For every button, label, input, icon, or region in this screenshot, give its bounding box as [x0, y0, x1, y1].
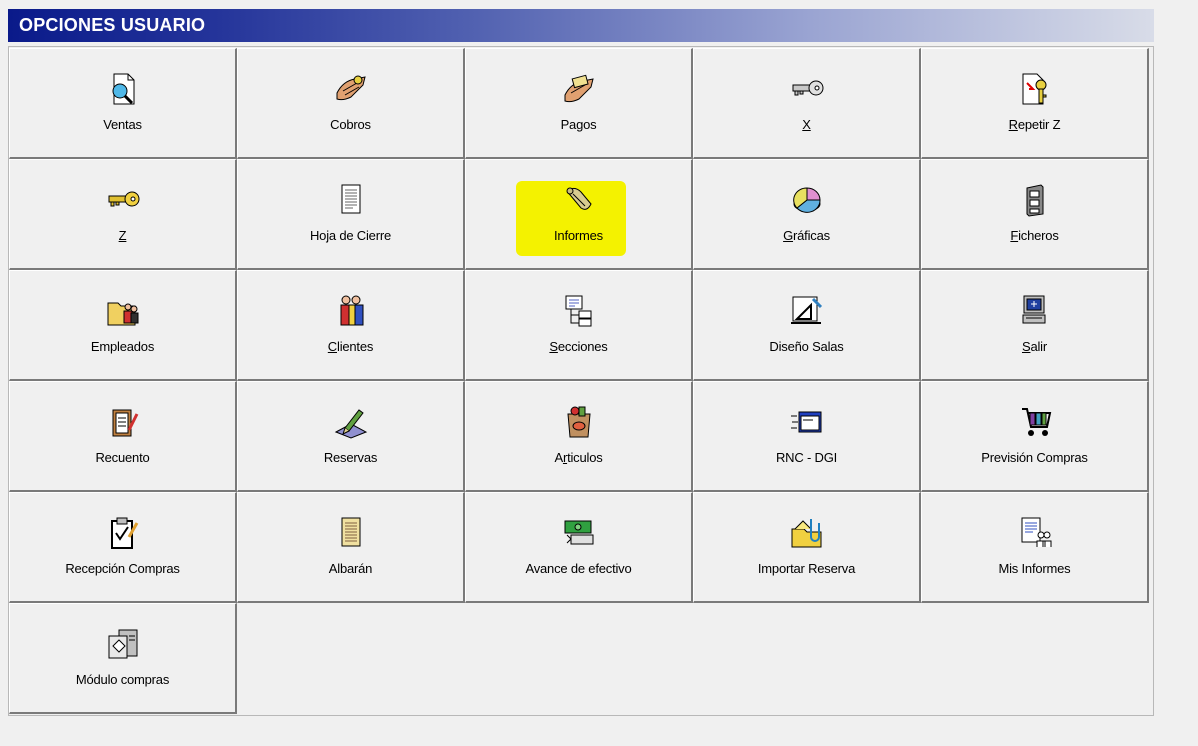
x-button[interactable]: X	[693, 48, 921, 159]
informes-label: Informes	[554, 228, 603, 243]
diseno-salas-button[interactable]: Diseño Salas	[693, 270, 921, 381]
modulo-compras-button[interactable]: Módulo compras	[9, 603, 237, 714]
recuento-label: Recuento	[95, 450, 150, 465]
importar-reserva-button[interactable]: Importar Reserva	[693, 492, 921, 603]
salir-label: Salir	[1021, 339, 1048, 354]
pen-tool-icon	[334, 409, 367, 439]
prevision-compras-button[interactable]: Previsión Compras	[921, 381, 1149, 492]
rnc-dgi-label: RNC - DGI	[775, 450, 838, 465]
graficas-button[interactable]: Gráficas	[693, 159, 921, 270]
graficas-label: Gráficas	[783, 228, 830, 243]
ficheros-label: Ficheros	[1010, 228, 1059, 243]
clientes-button[interactable]: Clientes	[237, 270, 465, 381]
avance-de-efectivo-label: Avance de efectivo	[525, 561, 632, 576]
report-people-icon	[1021, 517, 1051, 547]
grocery-bag-icon	[566, 406, 591, 438]
options-grid: Ventas Cobros Pagos X Repetir Z Z Hoja d…	[9, 48, 1149, 714]
file-cabinet-icon	[1026, 184, 1043, 217]
key-icon	[108, 191, 139, 207]
articulos-button[interactable]: Articulos	[465, 381, 693, 492]
receipt-icon	[341, 517, 360, 547]
hand-coin-icon	[336, 75, 366, 101]
window-title: OPCIONES USUARIO	[8, 9, 1154, 42]
avance-de-efectivo-button[interactable]: Avance de efectivo	[465, 492, 693, 603]
shopping-cart-icon	[1021, 408, 1051, 436]
ventas-label: Ventas	[103, 117, 142, 132]
hoja-de-cierre-label: Hoja de Cierre	[309, 228, 391, 243]
window-icon	[790, 411, 821, 433]
ficheros-button[interactable]: Ficheros	[921, 159, 1149, 270]
empleados-button[interactable]: Empleados	[9, 270, 237, 381]
secciones-button[interactable]: Secciones	[465, 270, 693, 381]
pagos-label: Pagos	[560, 117, 597, 132]
repetir-z-button[interactable]: Repetir Z	[921, 48, 1149, 159]
secciones-label: Secciones	[549, 339, 608, 354]
money-icon	[564, 520, 593, 545]
ventas-button[interactable]: Ventas	[9, 48, 237, 159]
x-label: X	[802, 117, 811, 132]
key-icon	[792, 80, 823, 96]
sheet-icon	[341, 184, 360, 214]
folder-people-icon	[107, 302, 138, 326]
drafting-icon	[790, 296, 822, 324]
salir-button[interactable]: Salir	[921, 270, 1149, 381]
articulos-label: Articulos	[554, 450, 603, 465]
mis-informes-label: Mis Informes	[998, 561, 1071, 576]
modulo-compras-label: Módulo compras	[75, 672, 170, 687]
recuento-button[interactable]: Recuento	[9, 381, 237, 492]
reservas-button[interactable]: Reservas	[237, 381, 465, 492]
hoja-de-cierre-button[interactable]: Hoja de Cierre	[237, 159, 465, 270]
clipboard-check-icon	[110, 517, 138, 549]
folder-clip-icon	[791, 519, 821, 548]
tree-structure-icon	[565, 295, 591, 327]
hand-bills-icon	[564, 74, 594, 103]
informes-button[interactable]: Informes	[465, 159, 693, 270]
cobros-label: Cobros	[330, 117, 371, 132]
reservas-label: Reservas	[323, 450, 378, 465]
document-key-icon	[1022, 73, 1046, 105]
recepcion-compras-button[interactable]: Recepción Compras	[9, 492, 237, 603]
clientes-label: Clientes	[327, 339, 374, 354]
rnc-dgi-button[interactable]: RNC - DGI	[693, 381, 921, 492]
pagos-button[interactable]: Pagos	[465, 48, 693, 159]
recepcion-compras-label: Recepción Compras	[65, 561, 180, 576]
mis-informes-button[interactable]: Mis Informes	[921, 492, 1149, 603]
importar-reserva-label: Importar Reserva	[757, 561, 856, 576]
module-icon	[108, 629, 137, 659]
z-label: Z	[118, 228, 127, 243]
albaran-label: Albarán	[328, 561, 373, 576]
prevision-compras-label: Previsión Compras	[981, 450, 1088, 465]
pie-chart-icon	[792, 187, 821, 213]
empleados-label: Empleados	[90, 339, 155, 354]
repetir-z-label: Repetir Z	[1008, 117, 1061, 132]
diseno-salas-label: Diseño Salas	[769, 339, 844, 354]
clipboard-pen-icon	[112, 409, 138, 437]
albaran-button[interactable]: Albarán	[237, 492, 465, 603]
scroll-icon	[566, 187, 592, 210]
z-button[interactable]: Z	[9, 159, 237, 270]
people-icon	[340, 295, 363, 326]
document-magnifier-icon	[112, 73, 134, 105]
cobros-button[interactable]: Cobros	[237, 48, 465, 159]
computer-exit-icon	[1022, 295, 1045, 324]
